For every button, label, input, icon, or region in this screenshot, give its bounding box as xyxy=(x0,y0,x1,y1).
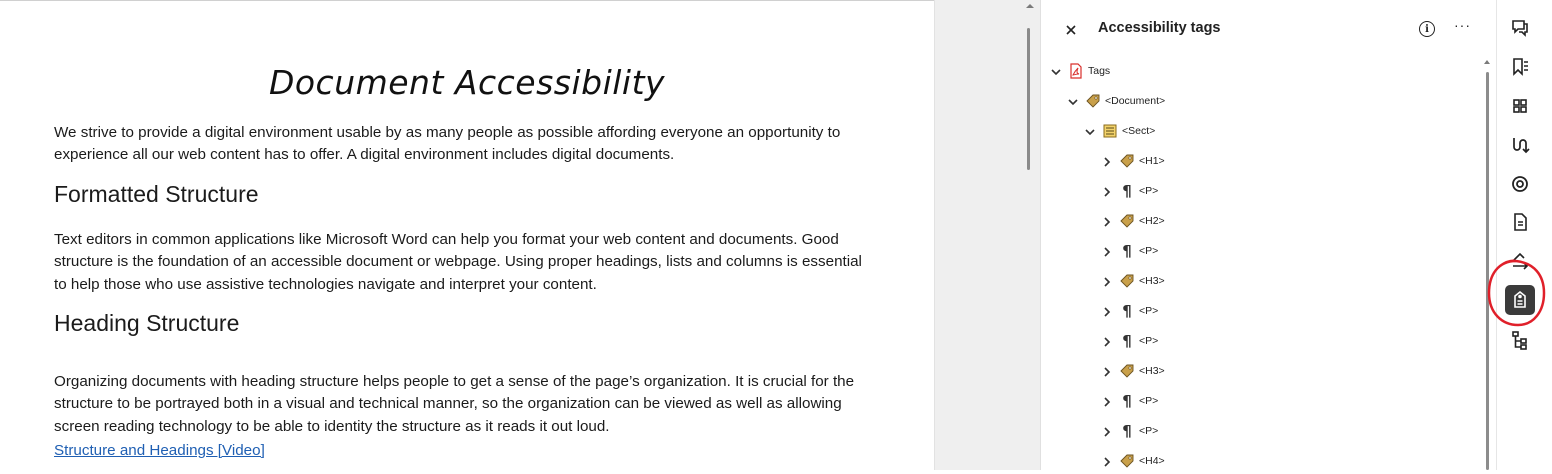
chevron-right-icon[interactable] xyxy=(1101,275,1113,287)
tree-item-label: <Sect> xyxy=(1122,125,1156,137)
panel-scrollbar-thumb[interactable] xyxy=(1486,72,1489,470)
convert-icon[interactable] xyxy=(1506,248,1534,276)
tree-item[interactable]: <H2> xyxy=(1101,210,1165,232)
document-gutter xyxy=(934,0,1040,470)
paragraph-icon: ¶ xyxy=(1122,302,1132,320)
scroll-up-arrow-icon[interactable] xyxy=(1023,2,1037,10)
bookmark-icon[interactable] xyxy=(1506,53,1534,81)
panel-title: Accessibility tags xyxy=(1098,20,1221,36)
paragraph-icon: ¶ xyxy=(1122,392,1132,410)
tree-item[interactable]: ¶ <P> xyxy=(1101,330,1158,352)
chevron-right-icon[interactable] xyxy=(1101,245,1113,257)
document-page: Document Accessibility We strive to prov… xyxy=(0,0,934,470)
chevron-right-icon[interactable] xyxy=(1101,185,1113,197)
chevron-right-icon[interactable] xyxy=(1101,215,1113,227)
tag-icon xyxy=(1085,93,1101,109)
tree-item[interactable]: <Sect> xyxy=(1084,120,1155,142)
pdf-icon xyxy=(1068,63,1084,79)
close-icon[interactable] xyxy=(1062,20,1080,40)
tree-item[interactable]: <H3> xyxy=(1101,360,1165,382)
formatted-structure-paragraph: Text editors in common applications like… xyxy=(54,231,862,293)
tree-item-label: <P> xyxy=(1139,335,1159,347)
tree-item-label: <Document> xyxy=(1105,95,1166,107)
accessibility-tags-icon[interactable] xyxy=(1505,285,1535,315)
chevron-right-icon[interactable] xyxy=(1101,395,1113,407)
tree-item[interactable]: <H3> xyxy=(1101,270,1165,292)
paragraph-icon: ¶ xyxy=(1122,422,1132,440)
info-icon[interactable]: i xyxy=(1419,21,1435,37)
content-tree-icon[interactable] xyxy=(1506,326,1534,354)
heading-structure-paragraph: Organizing documents with heading struct… xyxy=(54,373,855,435)
tree-item[interactable]: ¶ <P> xyxy=(1101,300,1158,322)
paragraph-icon: ¶ xyxy=(1122,242,1132,260)
tree-item-label: <P> xyxy=(1139,395,1159,407)
structure-headings-video-link[interactable]: Structure and Headings [Video] xyxy=(54,442,265,459)
tag-icon xyxy=(1119,213,1135,229)
tag-icon xyxy=(1119,363,1135,379)
tree-item-label: <P> xyxy=(1139,185,1159,197)
chevron-right-icon[interactable] xyxy=(1101,425,1113,437)
paragraph-icon: ¶ xyxy=(1122,332,1132,350)
document-icon[interactable] xyxy=(1506,208,1534,236)
tree-item-label: <H1> xyxy=(1139,155,1165,167)
tree-item[interactable]: <H1> xyxy=(1101,150,1165,172)
heading-heading-structure: Heading Structure xyxy=(54,310,240,336)
chevron-right-icon[interactable] xyxy=(1101,365,1113,377)
chevron-down-icon[interactable] xyxy=(1050,65,1062,77)
comment-icon[interactable] xyxy=(1506,14,1534,42)
tree-item-label: <P> xyxy=(1139,245,1159,257)
chevron-right-icon[interactable] xyxy=(1101,305,1113,317)
order-icon[interactable] xyxy=(1506,131,1534,159)
heading-formatted-structure: Formatted Structure xyxy=(54,181,259,207)
tree-item-label: <P> xyxy=(1139,305,1159,317)
tree-item-label: Tags xyxy=(1088,65,1111,77)
tree-item[interactable]: ¶ <P> xyxy=(1101,420,1158,442)
tree-item-label: <H2> xyxy=(1139,215,1165,227)
paragraph-icon: ¶ xyxy=(1122,182,1132,200)
more-options-icon[interactable]: ··· xyxy=(1454,18,1474,36)
tag-icon xyxy=(1119,453,1135,469)
chevron-down-icon[interactable] xyxy=(1067,95,1079,107)
tag-icon xyxy=(1119,153,1135,169)
tree-item[interactable]: ¶ <P> xyxy=(1101,390,1158,412)
document-title: Document Accessibility xyxy=(268,63,666,102)
chevron-down-icon[interactable] xyxy=(1084,125,1096,137)
tree-item-label: <P> xyxy=(1139,425,1159,437)
chevron-right-icon[interactable] xyxy=(1101,155,1113,167)
tree-item[interactable]: <Document> xyxy=(1067,90,1165,112)
tree-item-label: <H3> xyxy=(1139,365,1165,377)
chevron-right-icon[interactable] xyxy=(1101,455,1113,467)
tree-item-label: <H3> xyxy=(1139,275,1165,287)
chevron-right-icon[interactable] xyxy=(1101,335,1113,347)
tree-item-label: <H4> xyxy=(1139,455,1165,467)
section-icon xyxy=(1102,123,1118,139)
panel-scroll-up-icon[interactable] xyxy=(1482,58,1492,66)
tree-item[interactable]: ¶ <P> xyxy=(1101,180,1158,202)
intro-paragraph: We strive to provide a digital environme… xyxy=(54,124,841,164)
tree-item[interactable]: Tags xyxy=(1050,60,1110,82)
tag-icon xyxy=(1119,273,1135,289)
document-scrollbar-thumb[interactable] xyxy=(1027,28,1030,170)
tree-item[interactable]: <H4> xyxy=(1101,450,1165,472)
target-icon[interactable] xyxy=(1506,170,1534,198)
tree-item[interactable]: ¶ <P> xyxy=(1101,240,1158,262)
thumbnails-icon[interactable] xyxy=(1506,92,1534,120)
